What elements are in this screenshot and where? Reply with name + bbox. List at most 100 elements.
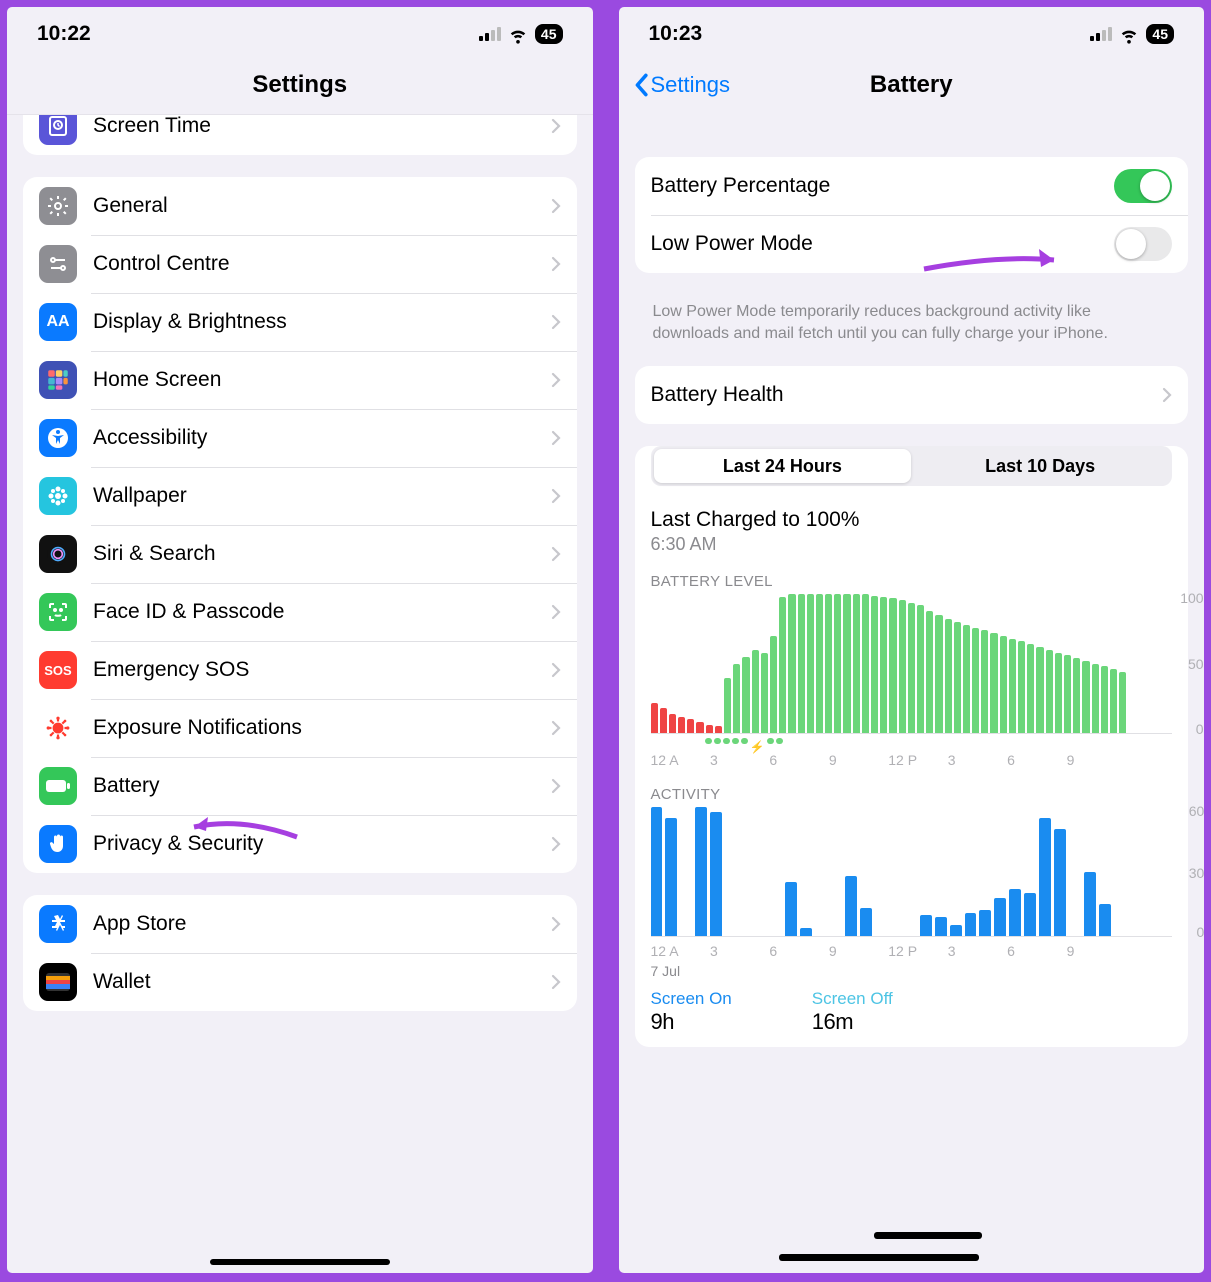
- battery-bar: [917, 605, 924, 733]
- low-power-mode-description: Low Power Mode temporarily reduces backg…: [635, 295, 1189, 344]
- wallet-icon: [39, 963, 77, 1001]
- stat-value: 16m: [812, 1009, 893, 1035]
- time-range-segmented[interactable]: Last 24 Hours Last 10 Days: [651, 446, 1173, 486]
- battery-bar: [660, 708, 667, 733]
- settings-row-control[interactable]: Control Centre: [23, 235, 577, 293]
- screen-on-stat: Screen On 9h: [651, 989, 732, 1035]
- settings-row-flower[interactable]: Wallpaper: [23, 467, 577, 525]
- x-tick: 3: [710, 943, 769, 959]
- battery-bar: [816, 594, 823, 733]
- row-label: Home Screen: [93, 368, 551, 392]
- battery-percent-pill: 45: [535, 24, 563, 44]
- settings-row-grid[interactable]: Home Screen: [23, 351, 577, 409]
- activity-bar: [695, 807, 707, 936]
- battery-bar: [1055, 653, 1062, 734]
- control-icon: [39, 245, 77, 283]
- settings-row-siri[interactable]: Siri & Search: [23, 525, 577, 583]
- settings-row-sos[interactable]: SOSEmergency SOS: [23, 641, 577, 699]
- status-time: 10:23: [649, 22, 703, 46]
- settings-row-access[interactable]: Accessibility: [23, 409, 577, 467]
- battery-health-row[interactable]: Battery Health: [635, 366, 1189, 424]
- settings-row-wallet[interactable]: Wallet: [23, 953, 577, 1011]
- row-label: General: [93, 194, 551, 218]
- chevron-right-icon: [551, 430, 561, 446]
- activity-bar: [785, 882, 797, 936]
- row-label: Wallpaper: [93, 484, 551, 508]
- chevron-right-icon: [551, 546, 561, 562]
- battery-bar: [1092, 664, 1099, 734]
- y-tick: 30m: [1189, 865, 1204, 881]
- appstore-icon: [39, 905, 77, 943]
- row-label: Screen Time: [93, 115, 551, 138]
- settings-row-battery[interactable]: Battery: [23, 757, 577, 815]
- chevron-right-icon: [551, 916, 561, 932]
- chevron-right-icon: [551, 778, 561, 794]
- row-label: Emergency SOS: [93, 658, 551, 682]
- battery-bar: [687, 719, 694, 733]
- battery-bar: [1082, 661, 1089, 733]
- battery-level-chart: 100% 50% 0%: [651, 594, 1173, 734]
- battery-percentage-switch[interactable]: [1114, 169, 1172, 203]
- segment-last-10d[interactable]: Last 10 Days: [911, 449, 1169, 483]
- battery-bar: [788, 594, 795, 733]
- battery-percentage-row[interactable]: Battery Percentage: [635, 157, 1189, 215]
- segment-last-24h[interactable]: Last 24 Hours: [654, 449, 912, 483]
- battery-bar: [706, 725, 713, 733]
- battery-bar: [678, 717, 685, 734]
- battery-bar: [1018, 641, 1025, 733]
- activity-bar: [800, 928, 812, 937]
- settings-row-screen-time[interactable]: Screen Time: [23, 115, 577, 155]
- settings-row-virus[interactable]: Exposure Notifications: [23, 699, 577, 757]
- settings-row-gear[interactable]: General: [23, 177, 577, 235]
- settings-row-appstore[interactable]: App Store: [23, 895, 577, 953]
- home-indicator[interactable]: [210, 1259, 390, 1265]
- battery-bar: [715, 726, 722, 733]
- nav-bar: Settings Battery: [619, 55, 1205, 115]
- status-time: 10:22: [37, 22, 91, 46]
- battery-bar: [651, 703, 658, 734]
- settings-row-hand[interactable]: Privacy & Security: [23, 815, 577, 873]
- nav-title: Settings: [252, 71, 347, 99]
- low-power-mode-row[interactable]: Low Power Mode: [635, 215, 1189, 273]
- battery-bar: [954, 622, 961, 733]
- activity-bar: [845, 876, 857, 936]
- face-icon: [39, 593, 77, 631]
- battery-bar: [752, 650, 759, 733]
- battery-bar: [963, 625, 970, 733]
- row-label: Privacy & Security: [93, 832, 551, 856]
- battery-scroll[interactable]: Battery Percentage Low Power Mode Low Po…: [619, 117, 1205, 1273]
- settings-row-aa[interactable]: AA Display & Brightness: [23, 293, 577, 351]
- row-label: Face ID & Passcode: [93, 600, 551, 624]
- flower-icon: [39, 477, 77, 515]
- x-tick: 12 A: [651, 943, 710, 959]
- x-tick: 12 P: [888, 752, 947, 768]
- chevron-right-icon: [551, 720, 561, 736]
- activity-bar: [1009, 889, 1021, 936]
- activity-bar: [1054, 829, 1066, 937]
- wifi-icon: [507, 23, 529, 45]
- activity-bar: [965, 913, 977, 937]
- status-bar: 10:22 45: [7, 7, 593, 55]
- x-tick: 9: [1067, 752, 1126, 768]
- y-tick: 60m: [1189, 803, 1204, 819]
- aa-icon: AA: [39, 303, 77, 341]
- gear-icon: [39, 187, 77, 225]
- settings-row-face[interactable]: Face ID & Passcode: [23, 583, 577, 641]
- back-button[interactable]: Settings: [633, 72, 731, 98]
- activity-bar: [710, 812, 722, 937]
- cellular-signal-icon: [1090, 27, 1112, 41]
- row-label: Display & Brightness: [93, 310, 551, 334]
- battery-bar: [1064, 655, 1071, 733]
- y-tick: 0%: [1196, 721, 1204, 737]
- settings-scroll[interactable]: Screen Time General Control Centre AA Displa…: [7, 115, 593, 1273]
- battery-bar: [1009, 639, 1016, 734]
- battery-screen: 10:23 45 Settings Battery Battery Percen…: [616, 4, 1208, 1276]
- cellular-signal-icon: [479, 27, 501, 41]
- x-tick: 6: [769, 752, 828, 768]
- low-power-mode-switch[interactable]: [1114, 227, 1172, 261]
- stat-value: 9h: [651, 1009, 732, 1035]
- chevron-right-icon: [551, 662, 561, 678]
- status-bar: 10:23 45: [619, 7, 1205, 55]
- battery-bar: [945, 619, 952, 733]
- activity-bar: [920, 915, 932, 937]
